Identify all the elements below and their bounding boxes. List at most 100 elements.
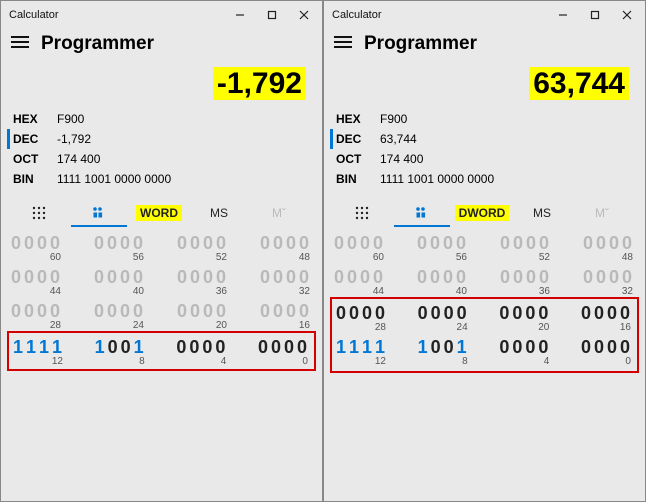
result-display: -1,792 (1, 63, 322, 107)
bit-nibble[interactable]: 000044 (334, 267, 386, 297)
word-size-button[interactable]: WORD (131, 199, 187, 227)
bit-nibble[interactable]: 000028 (336, 303, 388, 333)
bit-toggle-tab[interactable] (394, 199, 450, 227)
bit-nibble[interactable]: 10018 (418, 337, 470, 367)
bit-nibble[interactable]: 000028 (11, 301, 63, 331)
bit-grid: 0000600000560000520000480000440000400000… (1, 227, 322, 501)
bit-nibble[interactable]: 111112 (336, 337, 388, 367)
bit-nibble[interactable]: 000052 (500, 233, 552, 263)
base-key: BIN (336, 172, 366, 186)
bit-nibble[interactable]: 000052 (177, 233, 229, 263)
menu-icon[interactable] (11, 35, 29, 54)
mode-label: Programmer (364, 33, 477, 55)
bit-toggle-tab[interactable] (71, 199, 127, 227)
window-title: Calculator (9, 9, 224, 21)
bit-nibble[interactable]: 000048 (260, 233, 312, 263)
mode-label: Programmer (41, 33, 154, 55)
bit-row: 000044 000040 000036 000032 (334, 267, 635, 297)
bit-nibble[interactable]: 000060 (11, 233, 63, 263)
bit-nibble[interactable]: 10018 (95, 337, 147, 367)
base-row-oct[interactable]: OCT 174 400 (13, 149, 310, 169)
bit-nibble[interactable]: 000032 (260, 267, 312, 297)
bit-nibble[interactable]: 000060 (334, 233, 386, 263)
base-row-oct[interactable]: OCT 174 400 (336, 149, 633, 169)
bit-nibble[interactable]: 00000 (581, 337, 633, 367)
bit-nibble[interactable]: 000016 (260, 301, 312, 331)
bit-grid: 0000600000560000520000480000440000400000… (324, 227, 645, 501)
base-key: DEC (336, 132, 366, 146)
bit-nibble[interactable]: 00004 (176, 337, 228, 367)
memory-store-button[interactable]: MS (191, 199, 247, 227)
bit-nibble[interactable]: 111112 (13, 337, 65, 367)
bit-nibble[interactable]: 00004 (499, 337, 551, 367)
bit-row: 111112 10018 00004 00000 (336, 337, 633, 367)
close-button[interactable] (611, 1, 643, 29)
menu-icon[interactable] (334, 35, 352, 54)
memory-store-button[interactable]: MS (514, 199, 570, 227)
bit-nibble[interactable]: 000040 (417, 267, 469, 297)
bit-nibble[interactable]: 000048 (583, 233, 635, 263)
bit-nibble[interactable]: 000020 (177, 301, 229, 331)
calculator-window: Calculator Programmer -1,792 HEX F900 DEC -1,7… (0, 0, 323, 502)
base-key: HEX (13, 112, 43, 126)
calculator-window: Calculator Programmer 63,744 HEX F900 DEC 63,7… (323, 0, 646, 502)
bit-nibble[interactable]: 000032 (583, 267, 635, 297)
bit-nibble[interactable]: 000024 (418, 303, 470, 333)
minimize-button[interactable] (547, 1, 579, 29)
base-value: 63,744 (380, 132, 417, 146)
base-row-bin[interactable]: BIN 1111 1001 0000 0000 (336, 169, 633, 189)
minimize-button[interactable] (224, 1, 256, 29)
bit-row: 000060 000056 000052 000048 (11, 233, 312, 263)
toolbar: DWORDMSMˇ (324, 197, 645, 227)
bit-nibble[interactable]: 000024 (94, 301, 146, 331)
bit-nibble[interactable]: 000040 (94, 267, 146, 297)
base-value: F900 (57, 112, 84, 126)
bit-row: 111112 10018 00004 00000 (7, 331, 316, 371)
titlebar: Calculator (324, 1, 645, 29)
bit-nibble[interactable]: 000044 (11, 267, 63, 297)
bit-row: 000060 000056 000052 000048 (334, 233, 635, 263)
close-button[interactable] (288, 1, 320, 29)
base-value: F900 (380, 112, 407, 126)
bit-row: 000028 000024 000020 000016 (11, 301, 312, 331)
memory-dropdown[interactable]: Mˇ (574, 199, 630, 227)
titlebar: Calculator (1, 1, 322, 29)
bit-nibble[interactable]: 000056 (94, 233, 146, 263)
base-value: 174 400 (380, 152, 423, 166)
base-key: HEX (336, 112, 366, 126)
memory-dropdown[interactable]: Mˇ (251, 199, 307, 227)
base-key: OCT (13, 152, 43, 166)
base-value: 1111 1001 0000 0000 (57, 172, 171, 186)
base-row-bin[interactable]: BIN 1111 1001 0000 0000 (13, 169, 310, 189)
base-value: 174 400 (57, 152, 100, 166)
bit-row: 000044 000040 000036 000032 (11, 267, 312, 297)
bit-nibble[interactable]: 000056 (417, 233, 469, 263)
mode-header: Programmer (324, 29, 645, 63)
bit-nibble[interactable]: 000036 (177, 267, 229, 297)
base-row-dec[interactable]: DEC -1,792 (7, 129, 310, 149)
word-size-button[interactable]: DWORD (454, 199, 510, 227)
result-display: 63,744 (324, 63, 645, 107)
keypad-tab[interactable] (334, 199, 390, 227)
base-value: -1,792 (57, 132, 91, 146)
bit-nibble[interactable]: 000036 (500, 267, 552, 297)
base-row-hex[interactable]: HEX F900 (336, 109, 633, 129)
bit-nibble[interactable]: 000020 (499, 303, 551, 333)
bit-nibble[interactable]: 00000 (258, 337, 310, 367)
number-bases: HEX F900 DEC -1,792 OCT 174 400 BIN 1111 1001 0… (1, 107, 322, 197)
maximize-button[interactable] (256, 1, 288, 29)
keypad-tab[interactable] (11, 199, 67, 227)
active-bits-frame: 000028 000024 000020 000016 111112 10018 00004… (330, 297, 639, 373)
base-value: 1111 1001 0000 0000 (380, 172, 494, 186)
number-bases: HEX F900 DEC 63,744 OCT 174 400 BIN 1111 1001 0… (324, 107, 645, 197)
window-title: Calculator (332, 9, 547, 21)
base-row-dec[interactable]: DEC 63,744 (330, 129, 633, 149)
bit-nibble[interactable]: 000016 (581, 303, 633, 333)
base-key: DEC (13, 132, 43, 146)
mode-header: Programmer (1, 29, 322, 63)
base-row-hex[interactable]: HEX F900 (13, 109, 310, 129)
base-key: OCT (336, 152, 366, 166)
base-key: BIN (13, 172, 43, 186)
maximize-button[interactable] (579, 1, 611, 29)
toolbar: WORDMSMˇ (1, 197, 322, 227)
